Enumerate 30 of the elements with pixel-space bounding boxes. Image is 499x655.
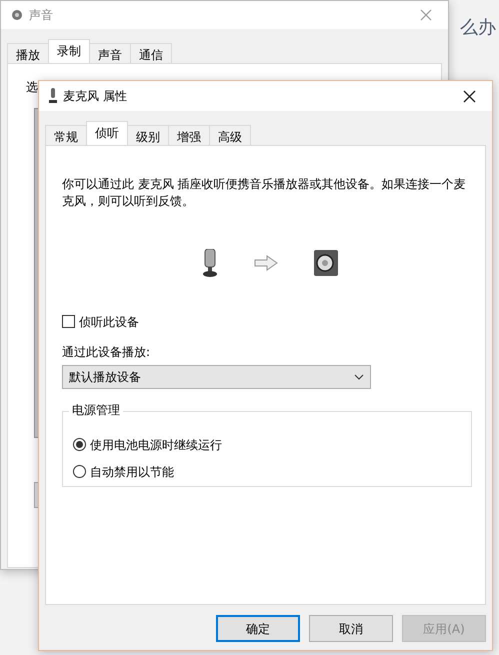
tab[interactable]: 录制 [48,39,90,63]
tab[interactable]: 高级 [209,125,251,145]
tab[interactable]: 增强 [168,125,210,145]
speaker-icon [314,250,338,276]
dialog-button[interactable]: 确定 [216,615,300,642]
chevron-down-icon [354,374,364,380]
listen-checkbox[interactable]: 侦听此设备 [62,312,469,331]
tab[interactable]: 播放 [7,43,49,63]
instruction-text: 选 [26,80,38,94]
close-icon [420,9,432,22]
tab[interactable]: 侦听 [86,121,128,145]
close-icon [463,90,476,103]
dialog-button[interactable]: 取消 [309,615,393,642]
tab[interactable]: 级别 [127,125,169,145]
tab[interactable]: 通信 [130,43,172,63]
tab[interactable]: 声音 [89,43,131,63]
radio-option[interactable]: 使用电池电源时继续运行 [73,436,461,454]
radio-option[interactable]: 自动禁用以节能 [73,462,461,481]
arrow-icon [254,254,278,271]
window-title: 声音 [29,7,53,24]
microphone-icon [49,88,57,104]
window-title: 麦克风 属性 [63,88,127,105]
speaker-icon [11,9,23,21]
playback-label: 通过此设备播放: [62,344,152,361]
group-title: 电源管理 [69,402,123,418]
description-text: 你可以通过此 麦克风 插座收听便携音乐播放器或其他设备。如果连接一个麦克风，则可以听到反馈。 [62,176,467,210]
page-heading-fragment: 么办 [460,16,496,40]
microphone-icon [202,248,218,277]
playback-device-select[interactable]: 默认播放设备 [62,364,371,389]
tab[interactable]: 常规 [45,125,87,145]
